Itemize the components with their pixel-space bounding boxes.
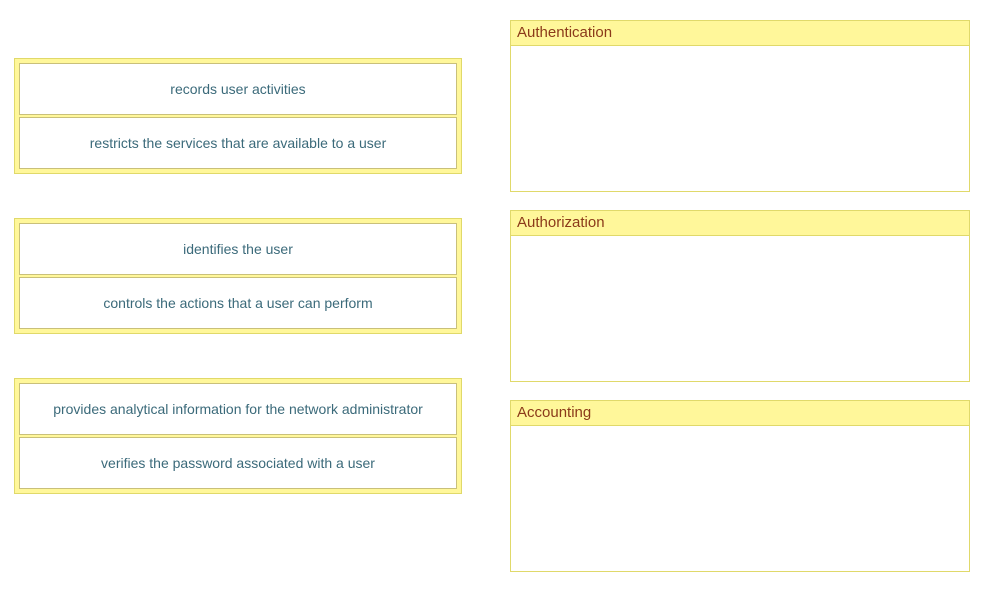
draggable-item[interactable]: controls the actions that a user can per…: [19, 277, 457, 329]
draggable-item[interactable]: restricts the services that are availabl…: [19, 117, 457, 169]
dropzone-body: [511, 236, 969, 381]
item-text: verifies the password associated with a …: [101, 455, 375, 471]
dropzone-accounting[interactable]: Accounting: [510, 400, 970, 572]
dropzone-body: [511, 426, 969, 571]
matching-exercise: records user activities restricts the se…: [0, 0, 991, 592]
dropzone-label: Authentication: [511, 21, 969, 46]
dropzone-label: Authorization: [511, 211, 969, 236]
item-text: records user activities: [170, 81, 305, 97]
item-group-2: identifies the user controls the actions…: [14, 218, 462, 334]
draggable-item[interactable]: identifies the user: [19, 223, 457, 275]
dropzone-label: Accounting: [511, 401, 969, 426]
draggable-item[interactable]: verifies the password associated with a …: [19, 437, 457, 489]
dropzone-body: [511, 46, 969, 191]
item-text: restricts the services that are availabl…: [90, 135, 386, 151]
draggable-item[interactable]: provides analytical information for the …: [19, 383, 457, 435]
item-group-3: provides analytical information for the …: [14, 378, 462, 494]
draggable-item[interactable]: records user activities: [19, 63, 457, 115]
dropzone-authorization[interactable]: Authorization: [510, 210, 970, 382]
dropzone-authentication[interactable]: Authentication: [510, 20, 970, 192]
draggable-items-column: records user activities restricts the se…: [14, 20, 462, 572]
item-group-1: records user activities restricts the se…: [14, 58, 462, 174]
item-text: provides analytical information for the …: [53, 401, 423, 417]
dropzones-column: Authentication Authorization Accounting: [510, 20, 970, 572]
item-text: controls the actions that a user can per…: [103, 295, 372, 311]
item-text: identifies the user: [183, 241, 293, 257]
